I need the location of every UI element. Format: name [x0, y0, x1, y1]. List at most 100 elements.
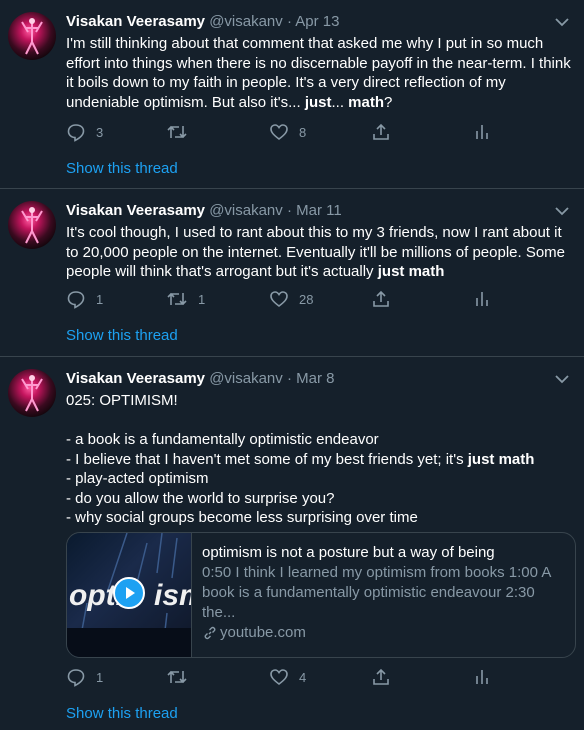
reply-count: 1: [96, 669, 104, 685]
like-count: 8: [299, 124, 307, 140]
retweet-icon: [167, 670, 187, 684]
tweet-text: It's cool though, I used to rant about t…: [66, 223, 572, 282]
reply-button[interactable]: 1: [66, 289, 103, 309]
tweet-text-line: - why social groups become less surprisi…: [66, 508, 572, 528]
retweet-button[interactable]: [166, 122, 198, 142]
avatar[interactable]: [8, 369, 56, 417]
author-name[interactable]: Visakan Veerasamy: [66, 370, 205, 387]
reply-button[interactable]: 3: [66, 122, 103, 142]
share-icon: [373, 290, 389, 307]
tweet-text-segment: - why social groups become less surprisi…: [66, 509, 418, 526]
timeline: Visakan Veerasamy @visakanv · Apr 13 I'm…: [0, 0, 584, 730]
analytics-button[interactable]: [472, 122, 492, 142]
tweet-header: Visakan Veerasamy @visakanv · Mar 8: [66, 369, 572, 389]
avatar-figure-icon: [21, 18, 43, 55]
share-icon: [373, 668, 389, 685]
avatar-figure-icon: [21, 207, 43, 244]
card-body: optimism is not a posture but a way of b…: [202, 543, 565, 643]
tweet-text-line: - I believe that I haven't met some of m…: [66, 450, 572, 470]
chevron-down-icon[interactable]: [552, 201, 572, 221]
tweet[interactable]: Visakan Veerasamy @visakanv · Apr 13 I'm…: [0, 0, 584, 189]
share-icon: [373, 123, 389, 140]
avatar[interactable]: [8, 12, 56, 60]
separator: ·: [286, 13, 292, 30]
author-name[interactable]: Visakan Veerasamy: [66, 202, 205, 219]
card-thumbnail: optiism: [67, 533, 192, 657]
separator: ·: [286, 370, 292, 387]
tweet-text-segment: 025: OPTIMISM!: [66, 392, 178, 409]
analytics-icon: [476, 125, 488, 139]
tweet-text-bold: just math: [467, 450, 535, 468]
like-icon: [270, 291, 288, 308]
like-button[interactable]: 4: [269, 667, 306, 687]
reply-count: 1: [96, 291, 104, 307]
tweet-text-segment: - a book is a fundamentally optimistic e…: [66, 431, 379, 448]
show-thread-link[interactable]: Show this thread: [66, 160, 178, 177]
analytics-icon: [476, 670, 488, 684]
tweet[interactable]: Visakan Veerasamy @visakanv · Mar 11 It'…: [0, 189, 584, 357]
reply-button[interactable]: 1: [66, 667, 103, 687]
like-icon: [270, 124, 288, 141]
like-count: 4: [299, 669, 307, 685]
tweet[interactable]: Visakan Veerasamy @visakanv · Mar 8 025:…: [0, 357, 584, 730]
tweet-date[interactable]: Apr 13: [295, 13, 339, 30]
retweet-icon: [167, 292, 187, 306]
like-button[interactable]: 8: [269, 122, 306, 142]
tweet-text-line: - do you allow the world to surprise you…: [66, 489, 572, 509]
share-button[interactable]: [371, 667, 391, 687]
tweet-text-segment: - play-acted optimism: [66, 470, 209, 487]
reply-icon: [67, 291, 85, 309]
tweet-text-line: [66, 411, 572, 431]
avatar[interactable]: [8, 201, 56, 249]
analytics-button[interactable]: [472, 289, 492, 309]
tweet-text-segment: - I believe that I haven't met some of m…: [66, 450, 468, 468]
reply-icon: [67, 124, 85, 142]
author-handle[interactable]: @visakanv: [209, 202, 283, 219]
retweet-icon: [167, 125, 187, 139]
tweet-actions: 1 4: [66, 667, 506, 687]
author-handle[interactable]: @visakanv: [209, 13, 283, 30]
card-title[interactable]: optimism is not a posture but a way of b…: [202, 543, 565, 563]
tweet-text-line: - play-acted optimism: [66, 469, 572, 489]
retweet-button[interactable]: 1: [166, 289, 205, 309]
retweet-count: 1: [198, 291, 206, 307]
link-icon: [204, 626, 216, 640]
like-count: 28: [299, 291, 314, 307]
tweet-text: I'm still thinking about that comment th…: [66, 34, 572, 112]
tweet-text-line: - a book is a fundamentally optimistic e…: [66, 430, 572, 450]
tweet-text-segment: - do you allow the world to surprise you…: [66, 489, 335, 507]
tweet-actions: 3 8: [66, 122, 506, 142]
share-button[interactable]: [371, 289, 391, 309]
tweet-header: Visakan Veerasamy @visakanv · Mar 11: [66, 201, 572, 221]
retweet-button[interactable]: [166, 667, 198, 687]
chevron-down-icon[interactable]: [552, 12, 572, 32]
tweet-date[interactable]: Mar 8: [296, 370, 334, 387]
chevron-down-icon[interactable]: [552, 369, 572, 389]
like-icon: [270, 669, 288, 686]
separator: ·: [286, 202, 292, 219]
tweet-text-segment: ?: [384, 93, 393, 111]
tweet-text-bold: math: [348, 93, 385, 111]
tweet-text-line: 025: OPTIMISM!: [66, 391, 572, 411]
tweet-header: Visakan Veerasamy @visakanv · Apr 13: [66, 12, 572, 32]
tweet-text-segment: ...: [331, 93, 349, 111]
tweet-text: 025: OPTIMISM! - a book is a fundamentall…: [66, 391, 572, 528]
card-domain: youtube.com: [202, 623, 565, 643]
tweet-text-bold: just math: [377, 263, 445, 280]
author-handle[interactable]: @visakanv: [209, 370, 283, 387]
like-button[interactable]: 28: [269, 289, 313, 309]
analytics-button[interactable]: [472, 667, 492, 687]
tweet-actions: 1 1 28: [66, 289, 506, 309]
reply-count: 3: [96, 124, 104, 140]
tweet-text-segment: It's cool though, I used to rant about t…: [66, 224, 566, 280]
play-icon[interactable]: [113, 577, 145, 609]
link-card[interactable]: optiism optimism is not a posture but a …: [66, 532, 576, 658]
card-description: 0:50 I think I learned my optimism from …: [202, 564, 551, 621]
show-thread-link[interactable]: Show this thread: [66, 327, 178, 344]
analytics-icon: [476, 292, 488, 306]
author-name[interactable]: Visakan Veerasamy: [66, 13, 205, 30]
card-domain-text: youtube.com: [220, 624, 306, 641]
tweet-date[interactable]: Mar 11: [296, 202, 342, 219]
share-button[interactable]: [371, 122, 391, 142]
show-thread-link[interactable]: Show this thread: [66, 705, 178, 722]
